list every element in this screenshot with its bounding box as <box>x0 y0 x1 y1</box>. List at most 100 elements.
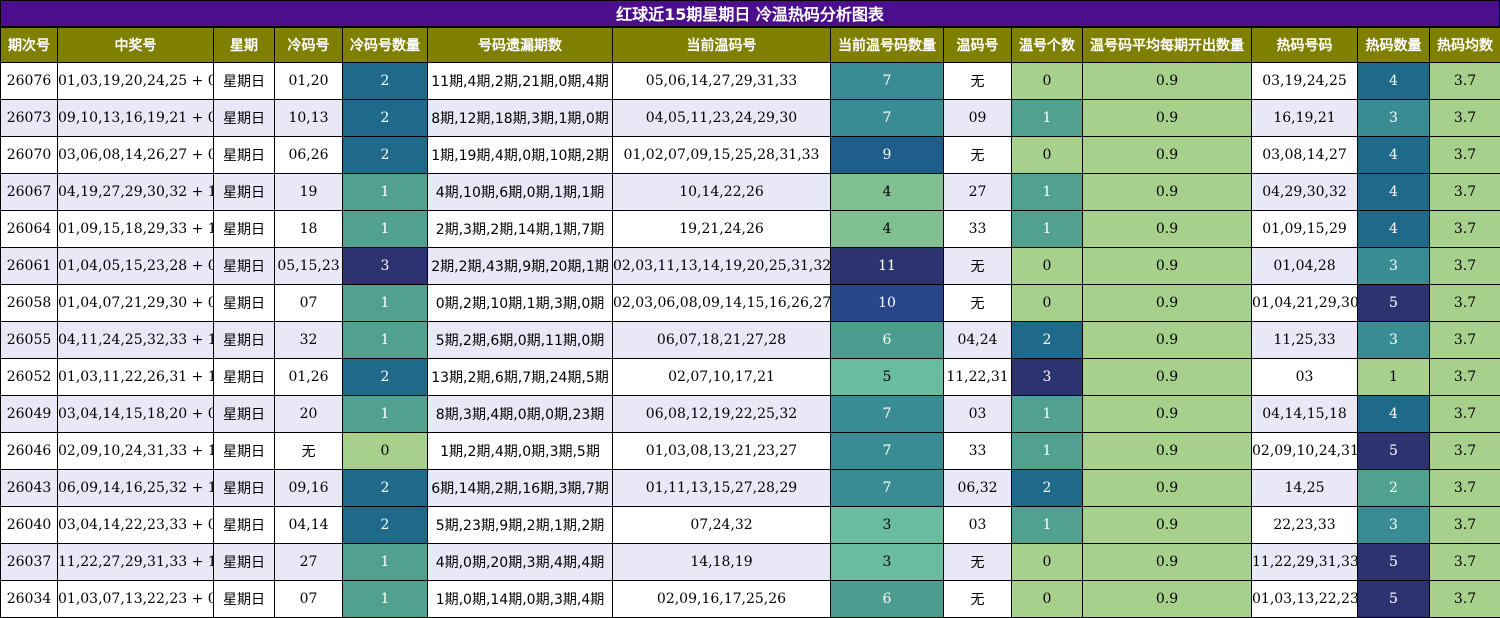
table-cell: 5 <box>1358 433 1430 470</box>
table-cell: 26055 <box>1 322 58 359</box>
table-cell: 11,25,33 <box>1252 322 1358 359</box>
table-cell: 01,26 <box>275 359 343 396</box>
table-cell: 2 <box>1012 322 1083 359</box>
table-cell: 1 <box>343 285 428 322</box>
table-cell: 3.7 <box>1430 581 1500 618</box>
table-cell: 5 <box>1358 544 1430 581</box>
table-cell: 16,19,21 <box>1252 100 1358 137</box>
table-row: 2604602,09,10,24,31,33 + 16星期日无01期,2期,4期… <box>1 433 1500 470</box>
table-cell: 11 <box>831 248 944 285</box>
table-cell: 27 <box>275 544 343 581</box>
table-cell: 无 <box>275 433 343 470</box>
table-cell: 26049 <box>1 396 58 433</box>
table-cell: 星期日 <box>214 433 275 470</box>
table-cell: 0 <box>1012 544 1083 581</box>
table-cell: 3.7 <box>1430 359 1500 396</box>
table-cell: 1 <box>1012 100 1083 137</box>
table-cell: 6 <box>831 581 944 618</box>
chart-title: 红球近15期星期日 冷温热码分析图表 <box>0 0 1500 27</box>
table-cell: 3.7 <box>1430 544 1500 581</box>
table-cell: 1期,19期,4期,0期,10期,2期 <box>428 137 613 174</box>
table-cell: 5 <box>1358 285 1430 322</box>
table-body: 2607601,03,19,20,24,25 + 07星期日01,20211期,… <box>1 63 1500 618</box>
table-cell: 0 <box>1012 63 1083 100</box>
table-cell: 0.9 <box>1083 100 1252 137</box>
table-cell: 11,22,31 <box>944 359 1012 396</box>
table-cell: 星期日 <box>214 359 275 396</box>
table-cell: 01,04,05,15,23,28 + 07 <box>58 248 214 285</box>
table-cell: 01,20 <box>275 63 343 100</box>
table-cell: 2 <box>1012 470 1083 507</box>
table-cell: 0.9 <box>1083 396 1252 433</box>
table-cell: 14,25 <box>1252 470 1358 507</box>
analysis-table: 期次号中奖号星期冷码号冷码号数量号码遗漏期数当前温码号当前温号码数量温码号温号个… <box>0 27 1500 618</box>
table-cell: 02,07,10,17,21 <box>613 359 831 396</box>
table-cell: 星期日 <box>214 544 275 581</box>
table-cell: 3.7 <box>1430 63 1500 100</box>
table-cell: 27 <box>944 174 1012 211</box>
table-cell: 5期,23期,9期,2期,1期,2期 <box>428 507 613 544</box>
table-row: 2603401,03,07,13,22,23 + 07星期日0711期,0期,1… <box>1 581 1500 618</box>
table-cell: 02,03,11,13,14,19,20,25,31,32,33 <box>613 248 831 285</box>
table-cell: 4 <box>1358 174 1430 211</box>
table-cell: 2 <box>1358 470 1430 507</box>
table-row: 2605801,04,07,21,29,30 + 01星期日0710期,2期,1… <box>1 285 1500 322</box>
table-cell: 3 <box>831 544 944 581</box>
column-header: 中奖号 <box>58 28 214 63</box>
table-cell: 01,03,11,22,26,31 + 11 <box>58 359 214 396</box>
table-cell: 01,03,13,22,23 <box>1252 581 1358 618</box>
table-cell: 26073 <box>1 100 58 137</box>
table-cell: 04,19,27,29,30,32 + 13 <box>58 174 214 211</box>
table-cell: 26061 <box>1 248 58 285</box>
table-cell: 3.7 <box>1430 174 1500 211</box>
table-cell: 2 <box>343 507 428 544</box>
table-cell: 01,03,19,20,24,25 + 07 <box>58 63 214 100</box>
column-header: 温号码平均每期开出数量 <box>1083 28 1252 63</box>
table-cell: 03,19,24,25 <box>1252 63 1358 100</box>
table-cell: 无 <box>944 285 1012 322</box>
table-cell: 01,03,08,13,21,23,27 <box>613 433 831 470</box>
table-cell: 1期,2期,4期,0期,3期,5期 <box>428 433 613 470</box>
table-cell: 03 <box>1252 359 1358 396</box>
table-cell: 07 <box>275 581 343 618</box>
table-cell: 20 <box>275 396 343 433</box>
table-cell: 8期,12期,18期,3期,1期,0期 <box>428 100 613 137</box>
table-cell: 26070 <box>1 137 58 174</box>
header-row: 期次号中奖号星期冷码号冷码号数量号码遗漏期数当前温码号当前温号码数量温码号温号个… <box>1 28 1500 63</box>
table-cell: 01,02,07,09,15,25,28,31,33 <box>613 137 831 174</box>
table-cell: 星期日 <box>214 248 275 285</box>
table-cell: 5 <box>831 359 944 396</box>
table-cell: 02,03,06,08,09,14,15,16,26,27 <box>613 285 831 322</box>
table-cell: 03,04,14,22,23,33 + 04 <box>58 507 214 544</box>
table-cell: 2 <box>343 100 428 137</box>
table-cell: 0 <box>1012 285 1083 322</box>
table-cell: 1 <box>343 396 428 433</box>
column-header: 热码均数 <box>1430 28 1500 63</box>
table-cell: 03,08,14,27 <box>1252 137 1358 174</box>
table-cell: 06,32 <box>944 470 1012 507</box>
table-row: 2604903,04,14,15,18,20 + 02星期日2018期,3期,4… <box>1 396 1500 433</box>
table-cell: 4 <box>1358 137 1430 174</box>
table-cell: 3 <box>1358 322 1430 359</box>
table-cell: 09,10,13,16,19,21 + 08 <box>58 100 214 137</box>
table-cell: 13期,2期,6期,7期,24期,5期 <box>428 359 613 396</box>
table-cell: 10 <box>831 285 944 322</box>
table-row: 2607601,03,19,20,24,25 + 07星期日01,20211期,… <box>1 63 1500 100</box>
table-cell: 7 <box>831 63 944 100</box>
table-cell: 10,13 <box>275 100 343 137</box>
table-cell: 0.9 <box>1083 470 1252 507</box>
table-cell: 26052 <box>1 359 58 396</box>
table-cell: 4 <box>831 211 944 248</box>
table-cell: 0.9 <box>1083 322 1252 359</box>
table-cell: 04,14,15,18 <box>1252 396 1358 433</box>
table-cell: 0.9 <box>1083 174 1252 211</box>
table-cell: 26040 <box>1 507 58 544</box>
table-cell: 26064 <box>1 211 58 248</box>
table-cell: 11,22,27,29,31,33 + 12 <box>58 544 214 581</box>
table-row: 2604306,09,14,16,25,32 + 16星期日09,1626期,1… <box>1 470 1500 507</box>
table-cell: 03,06,08,14,26,27 + 08 <box>58 137 214 174</box>
table-cell: 无 <box>944 63 1012 100</box>
column-header: 当前温号码数量 <box>831 28 944 63</box>
table-cell: 1 <box>1012 174 1083 211</box>
table-row: 2607309,10,13,16,19,21 + 08星期日10,1328期,1… <box>1 100 1500 137</box>
